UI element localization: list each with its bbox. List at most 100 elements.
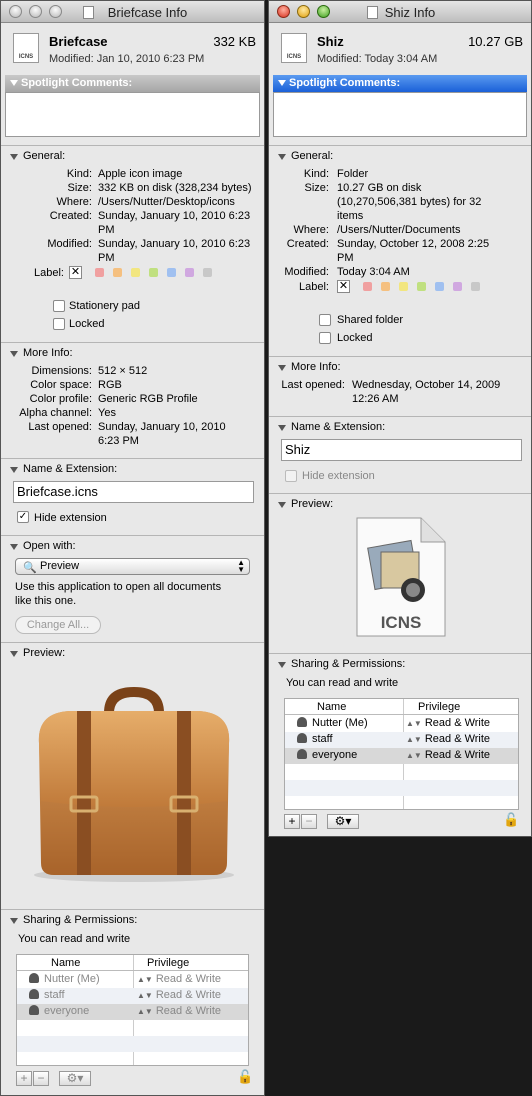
created-value-cont: PM: [98, 224, 115, 236]
filename-field[interactable]: Briefcase.icns: [13, 481, 254, 503]
preview-section-header[interactable]: Preview:: [1, 642, 264, 660]
window-title: Shiz Info: [384, 5, 436, 20]
name-extension-section-header[interactable]: Name & Extension:: [1, 458, 264, 476]
label-color-swatch[interactable]: [149, 268, 158, 277]
column-header-privilege[interactable]: Privilege: [147, 957, 189, 969]
table-row[interactable]: Nutter (Me) ▲▼ Read & Write: [17, 972, 248, 988]
general-section-header[interactable]: General:: [1, 145, 264, 163]
modified-value: Today 3:04 AM: [337, 266, 410, 278]
locked-checkbox[interactable]: [53, 318, 65, 330]
table-row[interactable]: staff ▲▼ Read & Write: [285, 732, 518, 748]
column-header-name[interactable]: Name: [51, 957, 80, 969]
modified-date: Modified: Jan 10, 2010 6:23 PM: [49, 53, 205, 65]
more-info-section-header[interactable]: More Info:: [269, 356, 531, 374]
lock-icon[interactable]: 🔓: [503, 812, 519, 828]
spotlight-comments-field[interactable]: [5, 92, 260, 137]
column-header-privilege[interactable]: Privilege: [418, 701, 460, 713]
hide-extension-label: Hide extension: [302, 470, 375, 482]
title-bar[interactable]: Briefcase Info: [1, 1, 264, 23]
size-label: Size:: [67, 182, 92, 194]
spotlight-comments-field[interactable]: [273, 92, 527, 137]
label-color-swatch[interactable]: [203, 268, 212, 277]
permissions-table[interactable]: Name Privilege Nutter (Me) ▲▼ Read & Writ…: [284, 698, 519, 810]
file-icon[interactable]: ICNS: [13, 33, 39, 63]
label-color-swatch[interactable]: [131, 268, 140, 277]
change-all-button[interactable]: Change All...: [15, 616, 101, 634]
where-value: /Users/Nutter/Documents: [337, 224, 461, 236]
gear-menu-button[interactable]: ⚙▾: [327, 814, 359, 829]
title-bar[interactable]: Shiz Info: [269, 1, 531, 23]
label-color-swatch[interactable]: [113, 268, 122, 277]
label-color-swatch[interactable]: [471, 282, 480, 291]
lock-icon[interactable]: 🔓: [237, 1069, 253, 1085]
row-name: staff: [44, 989, 65, 1001]
column-header-name[interactable]: Name: [317, 701, 346, 713]
more-info-section-header[interactable]: More Info:: [1, 342, 264, 360]
table-row[interactable]: everyone ▲▼ Read & Write: [17, 1004, 248, 1020]
table-row[interactable]: staff ▲▼ Read & Write: [17, 988, 248, 1004]
file-icon[interactable]: ICNS: [281, 33, 307, 63]
created-value: Sunday, October 12, 2008 2:25: [337, 238, 490, 250]
label-color-swatch[interactable]: [95, 268, 104, 277]
shiz-info-window: Shiz Info ICNS Shiz 10.27 GB Modified: T…: [268, 0, 532, 837]
table-row[interactable]: everyone ▲▼ Read & Write: [285, 748, 518, 764]
shared-folder-checkbox[interactable]: [319, 314, 331, 326]
spotlight-comments-header[interactable]: Spotlight Comments:: [5, 75, 260, 92]
name-extension-section-header[interactable]: Name & Extension:: [269, 416, 531, 434]
updown-arrows-icon: ▲▼: [137, 1007, 153, 1016]
open-with-section-header[interactable]: Open with:: [1, 535, 264, 553]
label-color-swatch[interactable]: [399, 282, 408, 291]
label-color-swatch[interactable]: [363, 282, 372, 291]
add-button[interactable]: +: [16, 1071, 32, 1086]
label-color-swatch[interactable]: [453, 282, 462, 291]
size-value: 332 KB on disk (328,234 bytes): [98, 182, 252, 194]
hide-extension-checkbox[interactable]: [285, 470, 297, 482]
file-size: 10.27 GB: [468, 34, 523, 49]
spotlight-comments-header[interactable]: Spotlight Comments:: [273, 75, 527, 92]
row-privilege[interactable]: Read & Write: [425, 733, 490, 745]
row-privilege[interactable]: Read & Write: [156, 973, 221, 985]
label-none-option[interactable]: ✕: [69, 266, 82, 279]
updown-arrows-icon: ▲▼: [137, 975, 153, 984]
hide-extension-checkbox[interactable]: ✓: [17, 511, 29, 523]
remove-button[interactable]: −: [33, 1071, 49, 1086]
header-separator: [17, 970, 248, 971]
open-with-popup[interactable]: 🔍 Preview ▲ ▼: [15, 558, 250, 575]
row-privilege[interactable]: Read & Write: [425, 717, 490, 729]
kind-value: Folder: [337, 168, 369, 180]
filename-field[interactable]: Shiz: [281, 439, 522, 461]
user-icon: [297, 717, 307, 727]
general-section-header[interactable]: General:: [269, 145, 531, 163]
row-name: everyone: [312, 749, 358, 761]
row-name: Nutter (Me): [312, 717, 368, 729]
preview-section-header[interactable]: Preview:: [269, 493, 531, 511]
gear-menu-button[interactable]: ⚙▾: [59, 1071, 91, 1086]
add-button[interactable]: +: [284, 814, 300, 829]
table-row[interactable]: Nutter (Me) ▲▼ Read & Write: [285, 716, 518, 732]
label-color-swatch[interactable]: [381, 282, 390, 291]
header-separator: [285, 714, 518, 715]
sharing-section-header[interactable]: Sharing & Permissions:: [269, 653, 531, 671]
group-icon: [297, 733, 307, 743]
row-privilege[interactable]: Read & Write: [425, 749, 490, 761]
row-privilege[interactable]: Read & Write: [156, 989, 221, 1001]
row-privilege[interactable]: Read & Write: [156, 1005, 221, 1017]
color-profile-value: Generic RGB Profile: [98, 393, 198, 405]
stationery-pad-checkbox[interactable]: [53, 300, 65, 312]
permissions-table[interactable]: Name Privilege Nutter (Me) ▲▼ Read & Writ…: [16, 954, 249, 1066]
locked-checkbox[interactable]: [319, 332, 331, 344]
label-color-swatch[interactable]: [185, 268, 194, 277]
label-color-swatch[interactable]: [167, 268, 176, 277]
dimensions-value: 512 × 512: [98, 365, 148, 377]
label-color-swatch[interactable]: [417, 282, 426, 291]
modified-label: Modified:: [47, 238, 92, 250]
row-name: everyone: [44, 1005, 90, 1017]
file-icon-label: ICNS: [286, 54, 302, 60]
remove-button[interactable]: −: [301, 814, 317, 829]
more-info-label: More Info:: [23, 347, 73, 359]
sharing-section-header[interactable]: Sharing & Permissions:: [1, 909, 264, 927]
created-label: Created:: [286, 238, 329, 250]
label-color-swatch[interactable]: [435, 282, 444, 291]
sharing-label: Sharing & Permissions:: [23, 914, 138, 926]
label-none-option[interactable]: ✕: [337, 280, 350, 293]
